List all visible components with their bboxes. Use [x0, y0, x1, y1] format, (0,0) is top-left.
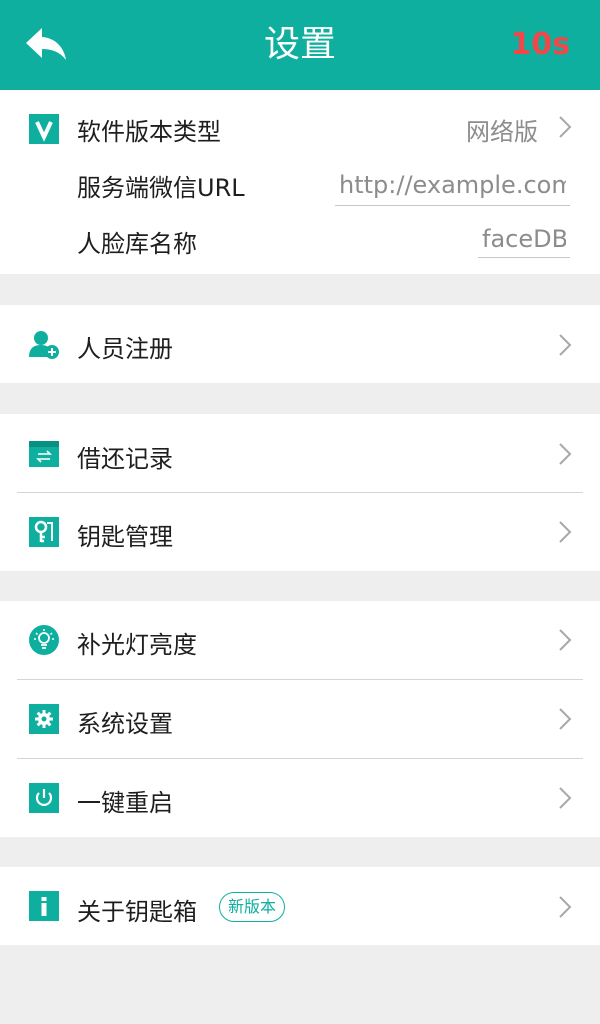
menu-item-one-key-restart[interactable]: 一键重启 [0, 759, 600, 837]
menu-item-about-keybox[interactable]: 关于钥匙箱 新版本 [0, 867, 600, 945]
version-type-value: 网络版 [466, 118, 538, 146]
chevron-right-icon [559, 334, 572, 356]
chevron-right-icon [559, 443, 572, 465]
records-section: 借还记录 钥匙管理 [0, 414, 600, 571]
menu-item-fill-light-brightness[interactable]: 补光灯亮度 [0, 601, 600, 679]
chevron-right-icon [559, 521, 572, 543]
face-db-label: 人脸库名称 [77, 230, 197, 258]
register-section: 人员注册 [0, 305, 600, 383]
key-icon [29, 517, 59, 547]
server-url-row: 服务端微信URL [0, 164, 600, 220]
menu-item-system-settings[interactable]: 系统设置 [0, 680, 600, 758]
back-button[interactable] [22, 24, 70, 64]
person-register-label: 人员注册 [77, 335, 173, 363]
chevron-right-icon [559, 708, 572, 730]
countdown-timer: 10s [510, 27, 570, 62]
borrow-return-records-label: 借还记录 [77, 445, 173, 473]
one-key-restart-label: 一键重启 [77, 789, 173, 817]
server-url-label: 服务端微信URL [77, 174, 245, 202]
system-settings-label: 系统设置 [77, 710, 173, 738]
device-section: 补光灯亮度 系统设置 一键重启 [0, 601, 600, 837]
chevron-right-icon [559, 787, 572, 809]
chevron-right-icon [559, 896, 572, 918]
server-url-input[interactable] [335, 164, 570, 206]
menu-item-borrow-return-records[interactable]: 借还记录 [0, 414, 600, 492]
about-section: 关于钥匙箱 新版本 [0, 867, 600, 945]
config-section: 软件版本类型 网络版 服务端微信URL 人脸库名称 [0, 90, 600, 274]
about-keybox-label: 关于钥匙箱 [77, 898, 197, 926]
chevron-right-icon [559, 116, 572, 138]
back-arrow-icon [26, 28, 66, 60]
header-bar: 设置 10s [0, 0, 600, 90]
info-icon [29, 891, 59, 921]
lightbulb-icon [29, 625, 59, 655]
new-version-badge: 新版本 [219, 892, 286, 922]
key-management-label: 钥匙管理 [77, 523, 173, 551]
version-type-row[interactable]: 软件版本类型 网络版 [0, 90, 600, 164]
menu-item-person-register[interactable]: 人员注册 [0, 305, 600, 383]
add-person-icon [29, 331, 59, 359]
menu-item-key-management[interactable]: 钥匙管理 [0, 493, 600, 571]
fill-light-brightness-label: 补光灯亮度 [77, 631, 197, 659]
version-type-label: 软件版本类型 [77, 118, 221, 146]
chevron-right-icon [559, 629, 572, 651]
face-db-row: 人脸库名称 [0, 220, 600, 274]
version-v-icon [29, 114, 59, 144]
gear-icon [29, 704, 59, 734]
face-db-input[interactable] [478, 220, 570, 258]
exchange-record-icon [29, 441, 59, 467]
power-icon [29, 783, 59, 813]
